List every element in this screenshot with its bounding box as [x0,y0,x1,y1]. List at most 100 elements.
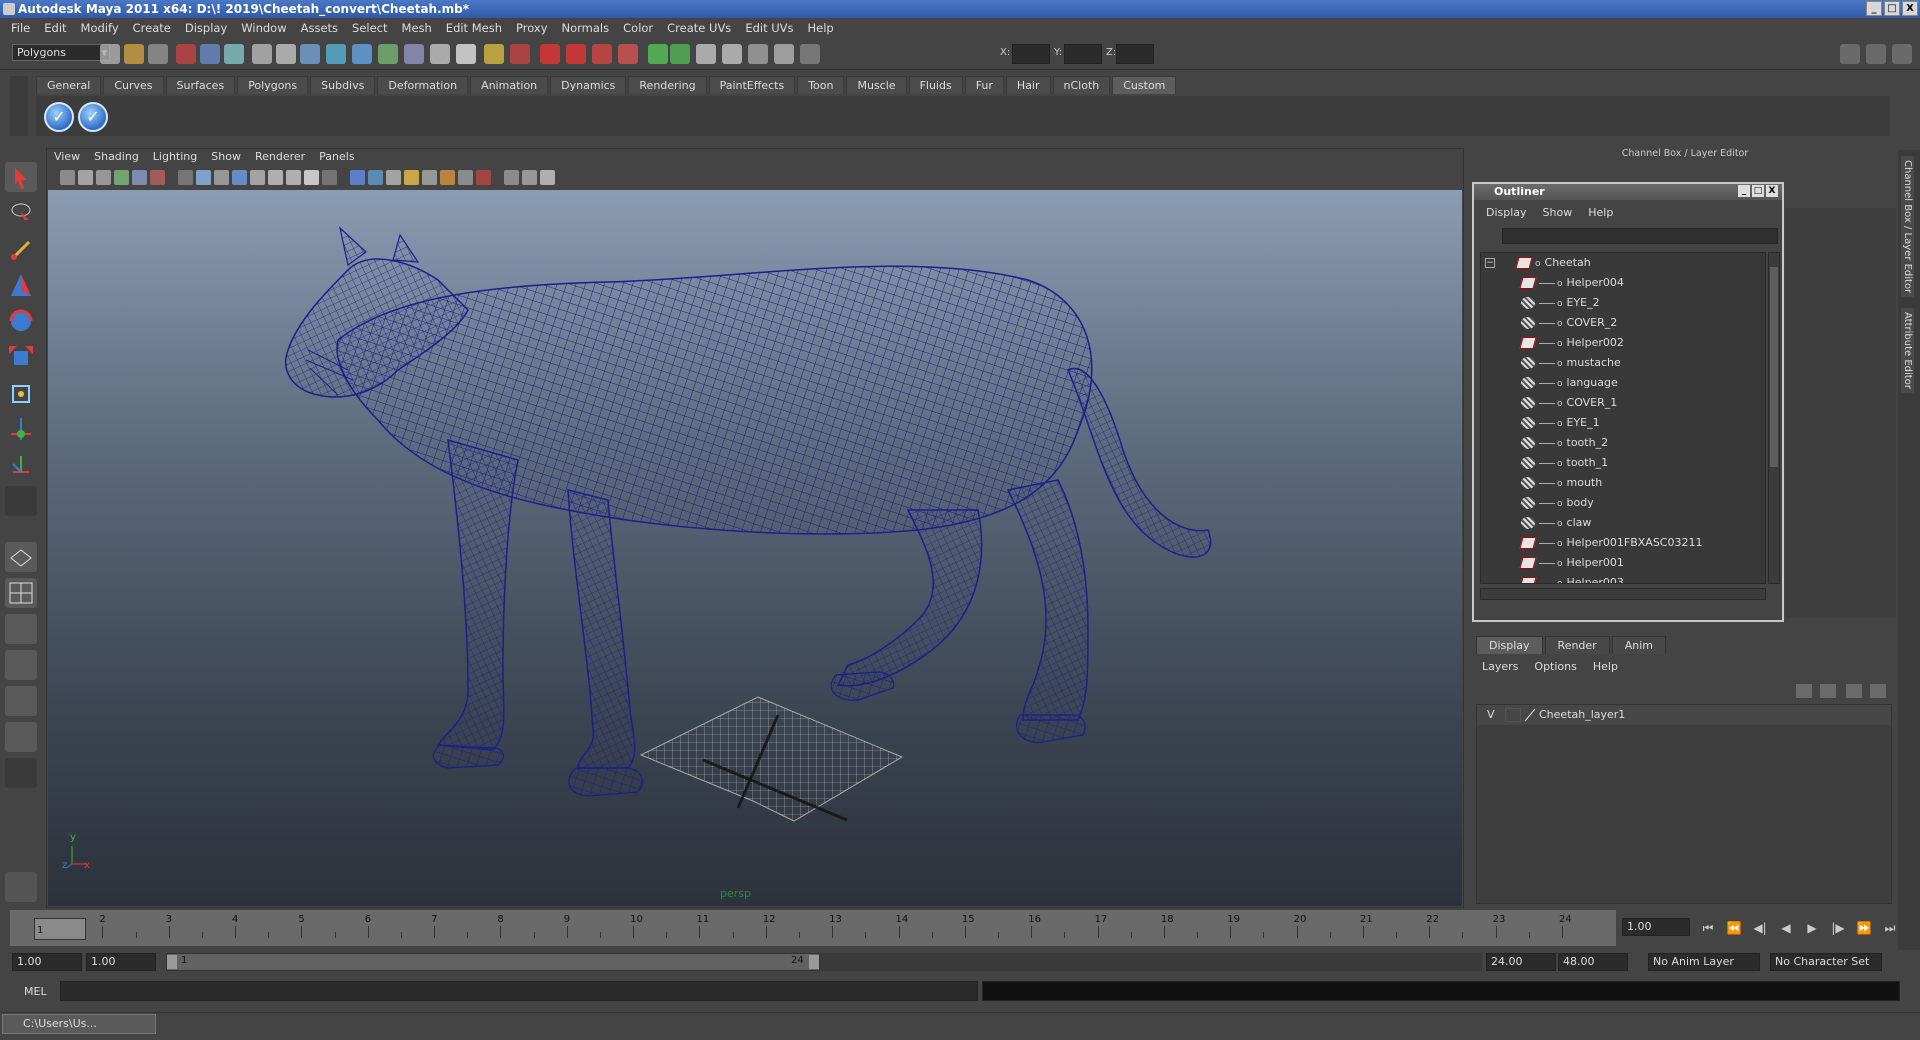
shelf-tab-fluids[interactable]: Fluids [908,76,963,94]
menu-modify[interactable]: Modify [74,21,126,35]
shelf-tab-fur[interactable]: Fur [964,76,1004,94]
layer-menu-help[interactable]: Help [1593,660,1618,673]
toolbar-tool-icon[interactable] [224,44,244,64]
y-input[interactable] [1064,44,1102,64]
viewport-toolbar-icon[interactable] [404,170,419,185]
paint-select-tool-icon[interactable] [5,234,37,264]
menu-select[interactable]: Select [345,21,394,35]
viewport-toolbar-icon[interactable] [522,170,537,185]
current-frame-input[interactable]: 1.00 [1622,918,1690,936]
close-button[interactable]: X [1902,1,1918,16]
viewport-menu-lighting[interactable]: Lighting [153,150,205,166]
toolbar-tool-icon[interactable] [618,44,638,64]
layer-tab-render[interactable]: Render [1544,636,1610,654]
outliner-item[interactable]: o claw [1485,513,1765,533]
viewport-toolbar-icon[interactable] [286,170,301,185]
menu-proxy[interactable]: Proxy [509,21,555,35]
toolbar-tool-icon[interactable] [252,44,272,64]
toolbar-tool-icon[interactable] [592,44,612,64]
viewport-toolbar-icon[interactable] [214,170,229,185]
toolbar-tool-icon[interactable] [774,44,794,64]
viewport-toolbar-icon[interactable] [440,170,455,185]
toolbar-tool-icon[interactable] [148,44,168,64]
shelf-tab-surfaces[interactable]: Surfaces [165,76,236,94]
outliner-menu-display[interactable]: Display [1486,206,1527,219]
check-icon[interactable]: ✓ [78,102,108,132]
viewport-toolbar-icon[interactable] [540,170,555,185]
menu-color[interactable]: Color [616,21,660,35]
start-time-field[interactable]: 1.00 [12,953,82,971]
cheetah-wireframe-model[interactable] [48,190,1462,906]
minimized-window-item[interactable]: C:\Users\Us... [2,1014,156,1034]
layer-name[interactable]: Cheetah_layer1 [1539,708,1625,721]
shelf-tab-curves[interactable]: Curves [103,76,164,94]
new-layer-icon[interactable] [1796,684,1812,698]
layer-tab-anim[interactable]: Anim [1611,636,1666,654]
viewport-toolbar-icon[interactable] [250,170,265,185]
outliner-item[interactable]: o Helper001FBXASC03211 [1485,533,1765,553]
move-tool-icon[interactable] [5,270,37,300]
layer-add-icon[interactable] [1870,684,1886,698]
playback-end-field[interactable]: 24.00 [1486,953,1556,971]
viewport-toolbar-icon[interactable] [268,170,283,185]
scroll-thumb[interactable] [1770,267,1778,467]
toolbar-tool-icon[interactable] [276,44,296,64]
layer-menu-layers[interactable]: Layers [1482,660,1518,673]
viewport-toolbar-icon[interactable] [350,170,365,185]
outliner-maximize-button[interactable]: □ [1752,185,1764,197]
outliner-item[interactable]: − o Cheetah [1485,253,1765,273]
viewport-toolbar-icon[interactable] [150,170,165,185]
layer-tab-display[interactable]: Display [1476,636,1543,654]
time-slider[interactable] [10,910,1616,946]
layer-row[interactable]: V Cheetah_layer1 [1477,705,1891,725]
viewport-toolbar-icon[interactable] [178,170,193,185]
toolbar-tool-icon[interactable] [696,44,716,64]
lasso-tool-icon[interactable] [5,198,37,228]
toolbar-tool-icon[interactable] [326,44,346,64]
outliner-item[interactable]: o mustache [1485,353,1765,373]
step-forward-key-icon[interactable]: ⏩ [1856,920,1872,936]
menu-edit-uvs[interactable]: Edit UVs [738,21,800,35]
range-start-handle[interactable] [167,955,177,969]
shelf-tab-muscle[interactable]: Muscle [846,76,907,94]
outliner-item[interactable]: o COVER_2 [1485,313,1765,333]
range-slider[interactable]: 1 24 [166,953,820,971]
menu-create[interactable]: Create [126,21,178,35]
show-manipulator-icon[interactable] [5,450,37,480]
outliner-item[interactable]: o Helper002 [1485,333,1765,353]
menu-edit[interactable]: Edit [37,21,73,35]
menu-assets[interactable]: Assets [294,21,345,35]
viewport-toolbar-icon[interactable] [386,170,401,185]
toolbar-tool-icon[interactable] [670,44,690,64]
toolbar-tool-icon[interactable] [800,44,820,64]
new-layer-selected-icon[interactable] [1820,684,1836,698]
toolbar-tool-icon[interactable] [540,44,560,64]
viewport-menu-view[interactable]: View [54,150,88,166]
go-to-end-icon[interactable]: ⏭ [1882,920,1898,936]
check-icon[interactable]: ✓ [44,102,74,132]
maximize-button[interactable]: □ [1884,1,1900,16]
outliner-vertical-scrollbar[interactable] [1768,252,1780,584]
current-frame-marker[interactable]: 1 [34,918,86,940]
attribute-editor-toggle-icon[interactable] [1840,44,1860,64]
toolbar-tool-icon[interactable] [200,44,220,64]
shelf-tab-ncloth[interactable]: nCloth [1052,76,1111,94]
play-forward-icon[interactable]: ▶ [1804,920,1820,936]
outliner-item[interactable]: o EYE_1 [1485,413,1765,433]
play-backward-icon[interactable]: ◀ [1778,920,1794,936]
outliner-close-button[interactable]: X [1766,185,1778,197]
viewport-toolbar-icon[interactable] [96,170,111,185]
outliner-item[interactable]: o Helper004 [1485,273,1765,293]
toolbar-tool-icon[interactable] [430,44,450,64]
toolbar-tool-icon[interactable] [648,44,668,64]
soft-mod-tool-icon[interactable] [5,414,37,444]
menu-edit-mesh[interactable]: Edit Mesh [439,21,509,35]
toolbar-tool-icon[interactable] [510,44,530,64]
shelf-options-icon[interactable] [10,76,28,136]
mel-command-input[interactable] [60,981,978,1001]
toolbar-tool-icon[interactable] [100,44,120,64]
viewport-toolbar-icon[interactable] [232,170,247,185]
shelf-tab-custom[interactable]: Custom [1112,76,1177,94]
toolbar-tool-icon[interactable] [484,44,504,64]
viewport-menu-shading[interactable]: Shading [94,150,147,166]
